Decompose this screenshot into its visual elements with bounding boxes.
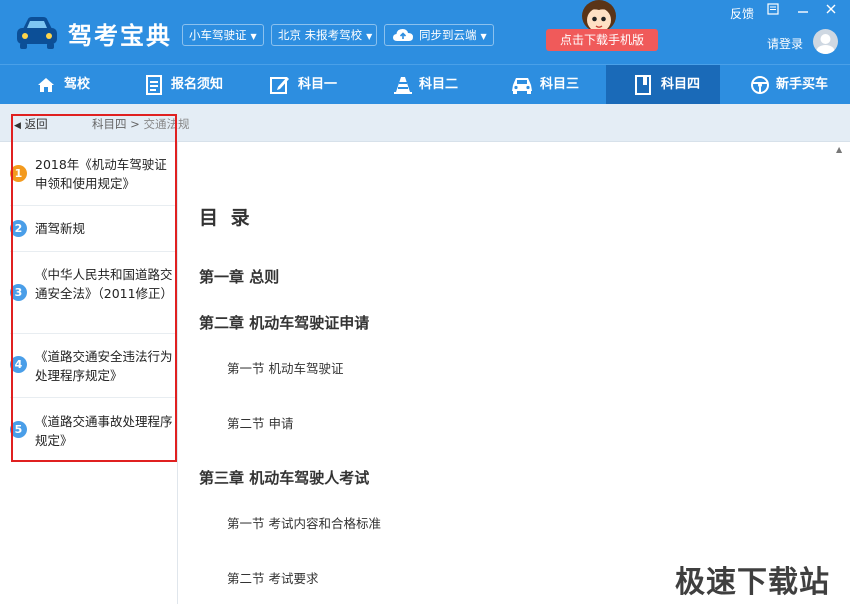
license-type-label: 小车驾驶证	[189, 28, 247, 42]
caret-down-icon: ▼	[366, 32, 373, 41]
close-icon[interactable]	[823, 3, 839, 19]
chapter-heading: 第二章 机动车驾驶证申请	[199, 314, 370, 332]
nav-subject-three[interactable]: 科目三	[510, 65, 600, 105]
app-title: 驾考宝典	[68, 22, 172, 50]
main-nav: 驾校 报名须知 科目一 科目二 科目三 科目四 新手买车	[0, 64, 850, 105]
nav-registration-notice[interactable]: 报名须知	[145, 65, 245, 105]
car-icon	[512, 78, 532, 94]
login-link[interactable]: 请登录	[767, 35, 803, 52]
car-logo-icon	[17, 17, 57, 49]
section-heading: 第二节 考试要求	[227, 571, 319, 586]
chapter-heading: 第一章 总则	[199, 268, 280, 286]
home-icon	[38, 78, 54, 92]
cloud-sync-dropdown[interactable]: 同步到云端 ▼	[384, 24, 494, 46]
toc-title: 目 录	[199, 207, 253, 229]
download-mobile-button[interactable]: 点击下载手机版	[546, 29, 658, 51]
nav-label: 驾校	[64, 77, 91, 92]
caret-down-icon: ▼	[250, 32, 257, 41]
nav-new-driver-car[interactable]: 新手买车	[750, 65, 845, 105]
book-icon	[635, 75, 651, 95]
cone-icon	[394, 77, 412, 94]
nav-label: 科目二	[419, 77, 459, 92]
cloud-sync-label: 同步到云端	[419, 28, 477, 42]
highlight-box	[11, 114, 177, 462]
nav-label: 科目三	[540, 77, 580, 92]
city-school-label: 北京 未报考驾校	[278, 28, 363, 42]
settings-icon[interactable]	[765, 3, 781, 19]
nav-label: 科目四	[661, 77, 701, 92]
watermark: 极速下载站	[675, 565, 830, 600]
caret-down-icon: ▼	[480, 32, 487, 41]
minimize-icon[interactable]	[795, 3, 811, 19]
nav-subject-two[interactable]: 科目二	[393, 65, 473, 105]
nav-label: 科目一	[298, 77, 338, 92]
edit-icon	[270, 77, 289, 94]
section-heading: 第二节 申请	[227, 416, 294, 431]
cloud-icon	[393, 29, 413, 41]
nav-driving-school[interactable]: 驾校	[36, 65, 106, 105]
scroll-up-arrow-icon[interactable]: ▲	[836, 145, 842, 154]
user-avatar-icon[interactable]	[813, 29, 838, 54]
steering-wheel-icon	[751, 76, 769, 94]
section-heading: 第一节 考试内容和合格标准	[227, 516, 381, 531]
title-bar: 驾考宝典 小车驾驶证 ▼ 北京 未报考驾校 ▼ 同步到云端 ▼ 点击下载手机版 反馈 …	[0, 0, 850, 64]
nav-label: 新手买车	[776, 77, 829, 92]
city-school-dropdown[interactable]: 北京 未报考驾校 ▼	[271, 24, 377, 46]
chapter-heading: 第三章 机动车驾驶人考试	[199, 469, 370, 487]
license-type-dropdown[interactable]: 小车驾驶证 ▼	[182, 24, 264, 46]
section-heading: 第一节 机动车驾驶证	[227, 361, 344, 376]
nav-subject-four[interactable]: 科目四	[606, 65, 720, 105]
document-icon	[146, 75, 162, 95]
feedback-link[interactable]: 反馈	[730, 5, 754, 22]
nav-label: 报名须知	[171, 77, 224, 92]
nav-subject-one[interactable]: 科目一	[270, 65, 350, 105]
